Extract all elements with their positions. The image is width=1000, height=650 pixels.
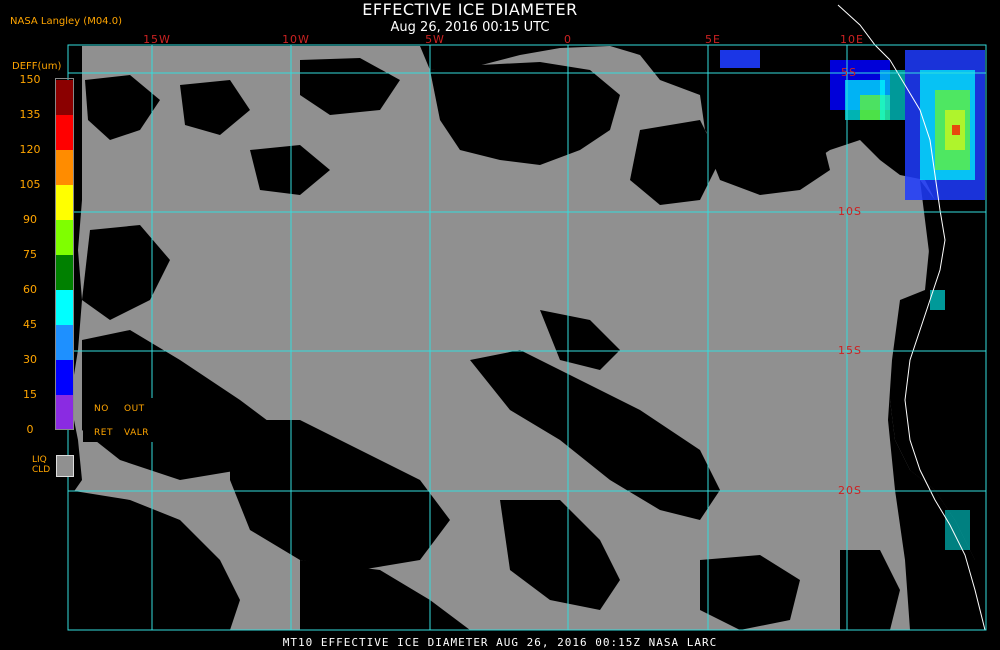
legend-color-swatch xyxy=(56,255,74,290)
lon-label: 10W xyxy=(282,33,310,46)
legend-tick-label: 135 xyxy=(19,108,41,121)
lon-label: 0 xyxy=(564,33,572,46)
footer-caption: MT10 EFFECTIVE ICE DIAMETER AUG 26, 2016… xyxy=(282,636,718,649)
ret-label: RET xyxy=(94,428,113,438)
lon-label: 5W xyxy=(425,33,445,46)
legend-color-swatch xyxy=(56,220,74,255)
legend-tick-label: 105 xyxy=(19,178,41,191)
legend-tick-label: 150 xyxy=(19,73,41,86)
legend-tick-label: 45 xyxy=(23,318,37,331)
cld-label: CLD xyxy=(32,465,51,475)
lat-label: 10S xyxy=(838,205,862,218)
legend-color-swatch xyxy=(56,80,74,115)
legend-tick-label: 75 xyxy=(23,248,37,261)
legend-color-swatch xyxy=(56,290,74,325)
legend-tick-label: 60 xyxy=(23,283,37,296)
lon-label: 10E xyxy=(840,33,864,46)
lat-label: 5S xyxy=(841,66,857,79)
legend-color-swatch xyxy=(56,325,74,360)
legend-color-swatch xyxy=(56,150,74,185)
no-label: NO xyxy=(94,404,109,414)
producer-label: NASA Langley (M04.0) xyxy=(10,16,122,27)
legend-tick-label: 30 xyxy=(23,353,37,366)
legend-color-swatch xyxy=(56,115,74,150)
legend-tick-label: 90 xyxy=(23,213,37,226)
map-title: EFFECTIVE ICE DIAMETER xyxy=(362,0,578,19)
lon-label: 15W xyxy=(143,33,171,46)
legend-color-swatch xyxy=(56,185,74,220)
lat-label: 15S xyxy=(838,344,862,357)
liquid-cloud-swatch xyxy=(56,455,74,477)
legend-tick-label: 15 xyxy=(23,388,37,401)
lon-label: 5E xyxy=(705,33,721,46)
legend-tick-label: 120 xyxy=(19,143,41,156)
lat-label: 20S xyxy=(838,484,862,497)
valr-label: VALR xyxy=(124,428,150,438)
legend-color-swatch xyxy=(56,360,74,395)
legend-tick-label: 0 xyxy=(26,423,34,436)
liq-label: LIQ xyxy=(32,455,47,465)
legend-color-swatch xyxy=(56,395,74,430)
legend-title: DEFF(um) xyxy=(12,61,62,72)
map-timestamp: Aug 26, 2016 00:15 UTC xyxy=(390,20,550,35)
satellite-image-map xyxy=(67,4,987,633)
out-label: OUT xyxy=(124,404,145,414)
